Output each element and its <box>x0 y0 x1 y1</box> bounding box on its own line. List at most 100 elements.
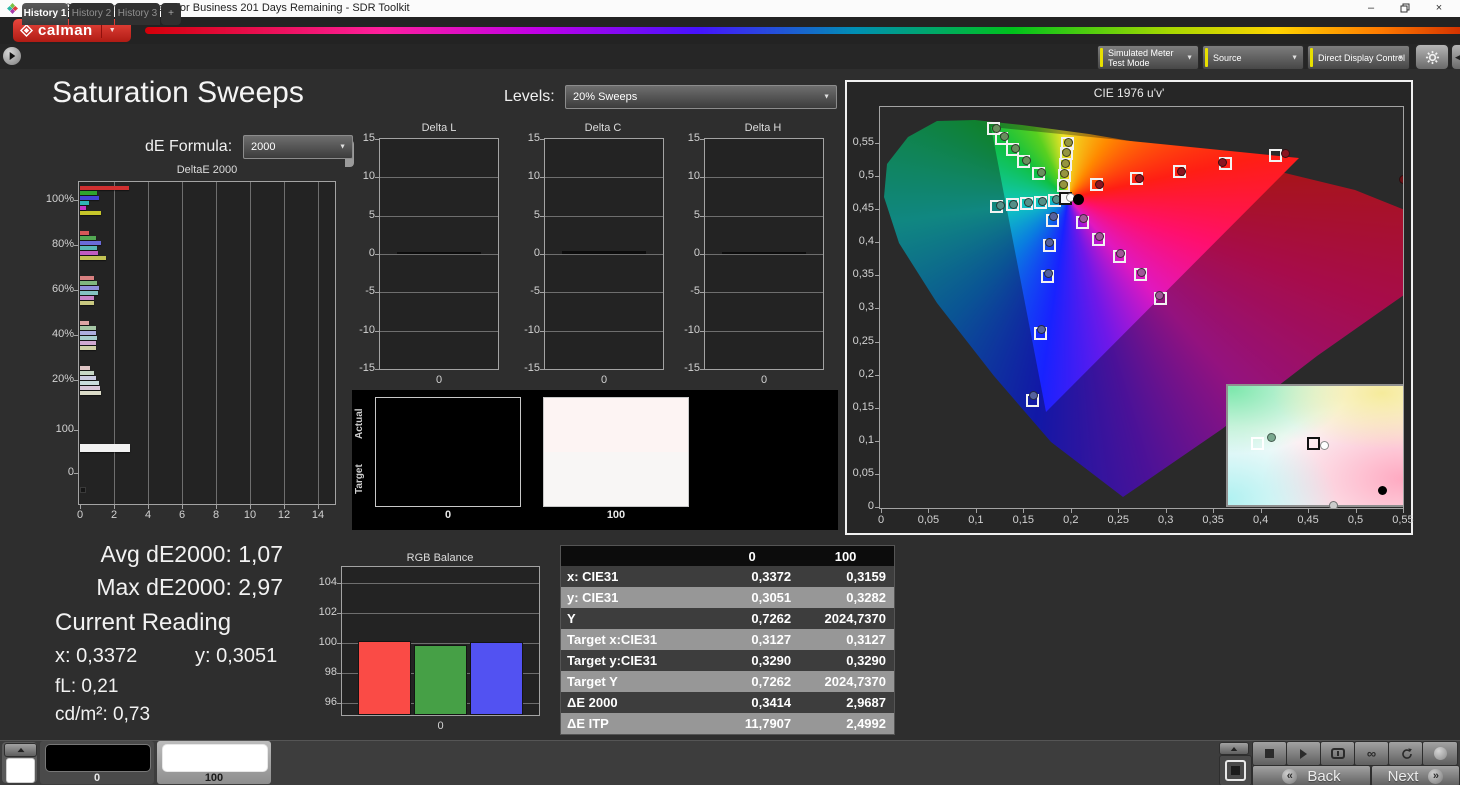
stop-icon <box>1265 749 1274 758</box>
calman-diamond-icon <box>19 23 34 38</box>
expand-right-icon <box>9 52 15 60</box>
table-value-0: 11,7907 <box>707 713 799 735</box>
back-chevron-icon: « <box>1282 769 1297 784</box>
display-dropdown-label: Direct Display Control <box>1318 53 1405 63</box>
restore-button[interactable] <box>1392 0 1418 17</box>
back-button-label: Back <box>1307 768 1340 785</box>
cie-measured-cyan <box>996 201 1005 210</box>
table-value-100: 2024,7370 <box>799 671 894 692</box>
cie-measured-green <box>992 124 1001 133</box>
cie-measured-edge <box>1399 175 1405 184</box>
current-y: y: 0,3051 <box>195 645 277 668</box>
table-value-100: 0,3290 <box>799 650 894 671</box>
cie-measured-magenta <box>1137 268 1146 277</box>
refresh-icon <box>1399 747 1413 761</box>
table-header-0: 0 <box>707 546 799 567</box>
de-formula-select[interactable]: 2000 ▼ <box>243 135 353 159</box>
pattern-button-0[interactable]: 0 <box>40 741 154 784</box>
table-header-100: 100 <box>799 546 894 567</box>
meter-status-button[interactable] <box>1422 741 1458 766</box>
simulated-meter-dropdown[interactable]: Simulated MeterTest Mode ▼ <box>1097 45 1199 70</box>
delta-l-chart <box>379 138 499 370</box>
close-button[interactable]: × <box>1426 0 1452 17</box>
transport-expand-button[interactable] <box>1219 742 1249 755</box>
cie-measured-green <box>1022 156 1031 165</box>
cie-chart-title: CIE 1976 u'v' <box>1094 86 1165 100</box>
display-status-bar <box>1310 48 1313 67</box>
single-measure-button[interactable] <box>1320 741 1355 766</box>
pattern-panel-expand-button[interactable] <box>4 743 37 757</box>
tab-history-3[interactable]: History 3 <box>115 3 160 25</box>
target-row-label: Target <box>354 453 365 505</box>
tab-history-2[interactable]: History 2 <box>69 3 114 25</box>
table-value-100: 2024,7370 <box>799 608 894 629</box>
de-formula-value: 2000 <box>251 141 275 153</box>
max-de2000: Max dE2000: 2,97 <box>60 574 283 601</box>
table-value-0: 0,3414 <box>707 692 799 713</box>
sidebar-expander-button[interactable] <box>3 47 21 65</box>
levels-select[interactable]: 20% Sweeps ▼ <box>565 85 837 109</box>
levels-value: 20% Sweeps <box>573 91 637 103</box>
next-button[interactable]: Next » <box>1371 765 1460 785</box>
refresh-button[interactable] <box>1388 741 1423 766</box>
cie-measured-cyan <box>1024 198 1033 207</box>
de-formula-label: dE Formula: <box>145 138 232 156</box>
rainbow-gradient-bar <box>145 27 1460 34</box>
meter-dropdown-label: Simulated MeterTest Mode <box>1108 48 1174 68</box>
play-icon <box>1300 749 1307 759</box>
source-dropdown[interactable]: Source ▼ <box>1202 45 1304 70</box>
status-circle-icon <box>1434 747 1447 760</box>
comparator-swatch-100 <box>543 397 689 507</box>
pattern-button-100[interactable]: 100 <box>157 741 271 784</box>
delta-c-chart <box>544 138 664 370</box>
actual-row-label: Actual <box>354 398 365 450</box>
display-control-dropdown[interactable]: Direct Display Control ▼ <box>1307 45 1410 70</box>
current-cdm2: cd/m²: 0,73 <box>55 704 150 726</box>
cie-measured-yellow <box>1064 138 1073 147</box>
pattern-mini-panel <box>2 742 37 783</box>
table-row-label: Target x:CIE31 <box>561 629 707 650</box>
pattern-label-100: 100 <box>157 772 271 784</box>
table-row: Target y:CIE310,32900,3290 <box>561 650 895 671</box>
table-header-row: 0 100 <box>561 546 895 567</box>
logo-chevron-down-icon: ▼ <box>101 23 116 38</box>
delta-h-title: Delta H <box>745 122 782 134</box>
back-button[interactable]: « Back <box>1252 765 1371 785</box>
table-value-100: 0,3282 <box>799 587 894 608</box>
source-status-bar <box>1205 48 1208 67</box>
comparator-label-0: 0 <box>375 509 521 521</box>
play-button[interactable] <box>1286 741 1321 766</box>
delta-c-title: Delta C <box>585 122 622 134</box>
current-reading-heading: Current Reading <box>55 609 231 637</box>
table-row-label: Target y:CIE31 <box>561 650 707 671</box>
settings-button[interactable] <box>1415 44 1449 70</box>
cie-measured-magenta <box>1155 291 1164 300</box>
table-value-100: 2,4992 <box>799 713 894 735</box>
cie-measured-magenta <box>1116 249 1125 258</box>
minimize-button[interactable]: – <box>1358 0 1384 17</box>
table-value-0: 0,3372 <box>707 566 799 587</box>
cie-measured-yellow <box>1060 169 1069 178</box>
chevron-down-icon: ▼ <box>1291 54 1298 61</box>
cie-measured-yellow <box>1062 148 1071 157</box>
add-tab-button[interactable]: + <box>161 3 181 25</box>
collapse-toolbar-button[interactable]: ◀ <box>1451 44 1460 70</box>
app-header: calman ▼ <box>0 17 1460 44</box>
inset-square-marker <box>1251 437 1264 450</box>
table-value-100: 0,3127 <box>799 629 894 650</box>
pattern-label-0: 0 <box>40 772 154 784</box>
rgb-balance-title: RGB Balance <box>407 552 474 564</box>
table-value-0: 0,7262 <box>707 671 799 692</box>
delta-l-title: Delta L <box>422 122 457 134</box>
pattern-window-toggle-button[interactable] <box>1219 755 1252 785</box>
table-value-0: 0,7262 <box>707 608 799 629</box>
cie-measured-yellow <box>1059 180 1068 189</box>
continuous-measure-button[interactable]: ∞ <box>1354 741 1389 766</box>
avg-de2000: Avg dE2000: 1,07 <box>60 541 283 568</box>
table-row-label: x: CIE31 <box>561 566 707 587</box>
calman-app-window: Calman 2025 Calman Ultimate for Business… <box>0 0 1460 785</box>
tab-history-1[interactable]: History 1 <box>22 3 68 25</box>
stop-button[interactable] <box>1252 741 1287 766</box>
calman-app-icon <box>7 3 18 14</box>
delta-h-chart <box>704 138 824 370</box>
